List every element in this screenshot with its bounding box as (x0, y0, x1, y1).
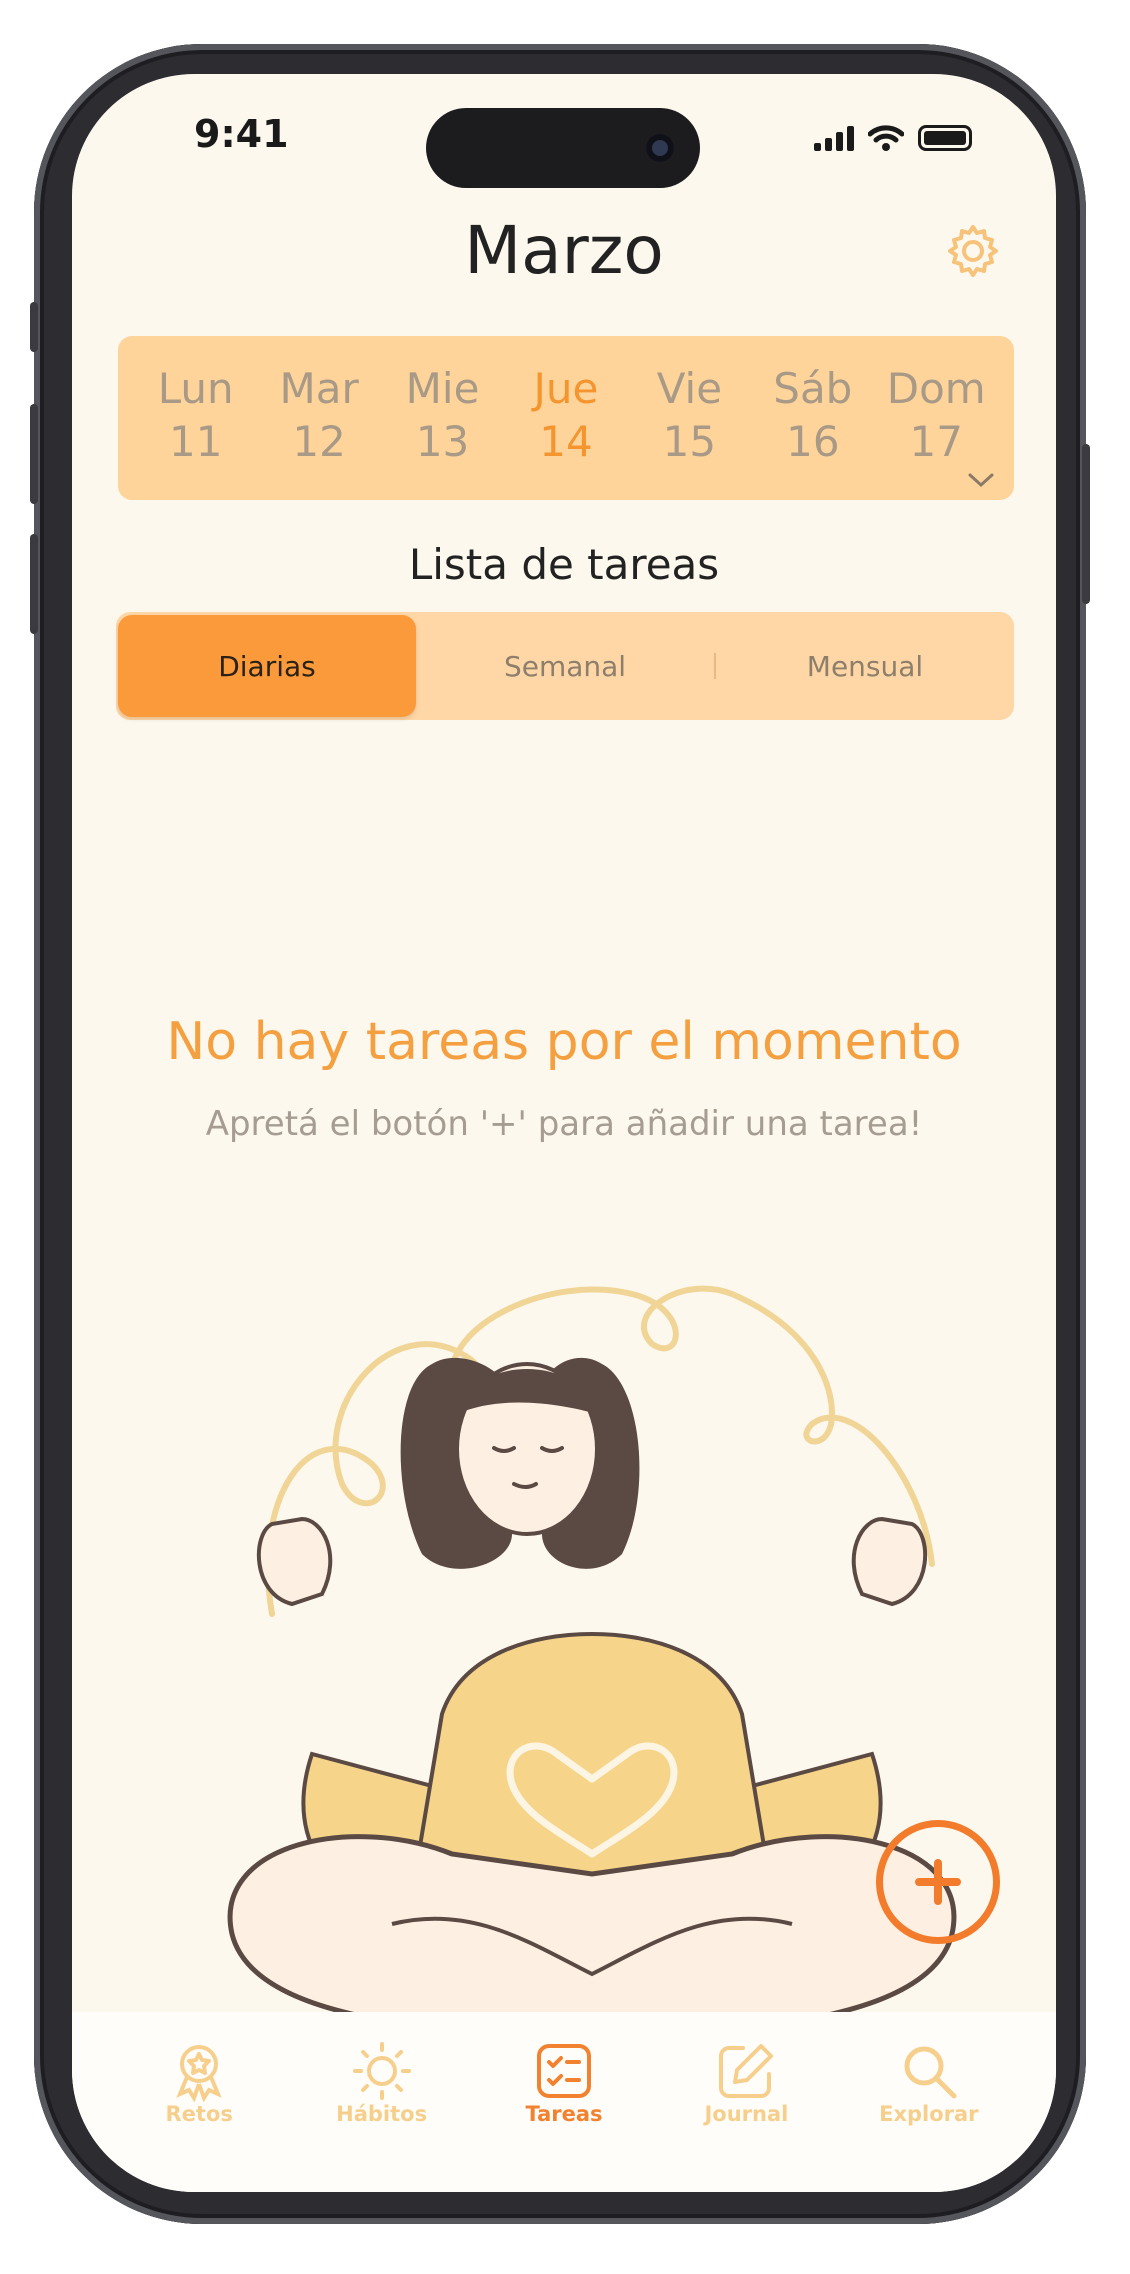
week-strip: Lun 11 Mar 12 Mie 13 Jue 14 Vie 15 Sáb 16 Dom 1… (118, 336, 1014, 500)
day-sat[interactable]: Sáb 16 (751, 336, 874, 500)
tab-label-habitos: Hábitos (336, 2102, 428, 2126)
volume-down-button (30, 534, 38, 634)
tab-explorar[interactable]: Explorar (838, 2012, 1020, 2192)
day-thu-selected[interactable]: Jue 14 (504, 336, 627, 500)
tab-journal[interactable]: Journal (655, 2012, 837, 2192)
segment-weekly[interactable]: Semanal (416, 612, 714, 720)
day-mon[interactable]: Lun 11 (134, 336, 257, 500)
add-task-button[interactable] (876, 1820, 1000, 1944)
day-tue[interactable]: Mar 12 (257, 336, 380, 500)
signal-icon (814, 125, 854, 151)
tab-label-tareas: Tareas (525, 2102, 603, 2126)
tab-label-retos: Retos (165, 2102, 233, 2126)
chevron-down-icon[interactable] (966, 470, 996, 490)
wifi-icon (868, 125, 904, 151)
bottom-tab-bar: Retos Hábitos Tareas Journal Explorar (72, 2012, 1056, 2192)
edit-icon (719, 2044, 774, 2098)
day-wed[interactable]: Mie 13 (381, 336, 504, 500)
segment-daily[interactable]: Diarias (118, 615, 416, 717)
gear-icon[interactable] (944, 222, 1002, 280)
sun-icon (352, 2042, 411, 2100)
period-segmented-control: Diarias Semanal Mensual (116, 612, 1014, 720)
checklist-icon (537, 2044, 592, 2098)
status-indicators (814, 124, 972, 152)
empty-state-title: No hay tareas por el momento (166, 1012, 962, 1072)
tab-label-journal: Journal (704, 2102, 789, 2126)
plus-icon (915, 1859, 961, 1905)
status-time: 9:41 (194, 112, 289, 156)
award-icon (176, 2045, 222, 2102)
tab-habitos[interactable]: Hábitos (290, 2012, 472, 2192)
mute-switch (30, 302, 38, 352)
search-icon (904, 2046, 957, 2099)
page-title: Marzo (464, 212, 664, 289)
empty-state-subtitle: Apretá el botón '+' para añadir una tare… (205, 1104, 923, 1144)
day-fri[interactable]: Vie 15 (628, 336, 751, 500)
power-button (1082, 444, 1090, 604)
volume-up-button (30, 404, 38, 504)
meditation-illustration (227, 1285, 957, 2037)
dynamic-island (426, 108, 700, 188)
tab-tareas-active[interactable]: Tareas (473, 2012, 655, 2192)
tab-label-explorar: Explorar (879, 2102, 979, 2126)
segment-monthly[interactable]: Mensual (716, 612, 1014, 720)
camera-icon (646, 134, 674, 162)
tab-retos[interactable]: Retos (108, 2012, 290, 2192)
battery-icon (918, 125, 972, 151)
task-list-title: Lista de tareas (408, 540, 720, 589)
app-screen: 9:41 Marzo Lun 11 Mar 12 Mie 13 Jue 14 Vie 15… (72, 74, 1056, 2192)
